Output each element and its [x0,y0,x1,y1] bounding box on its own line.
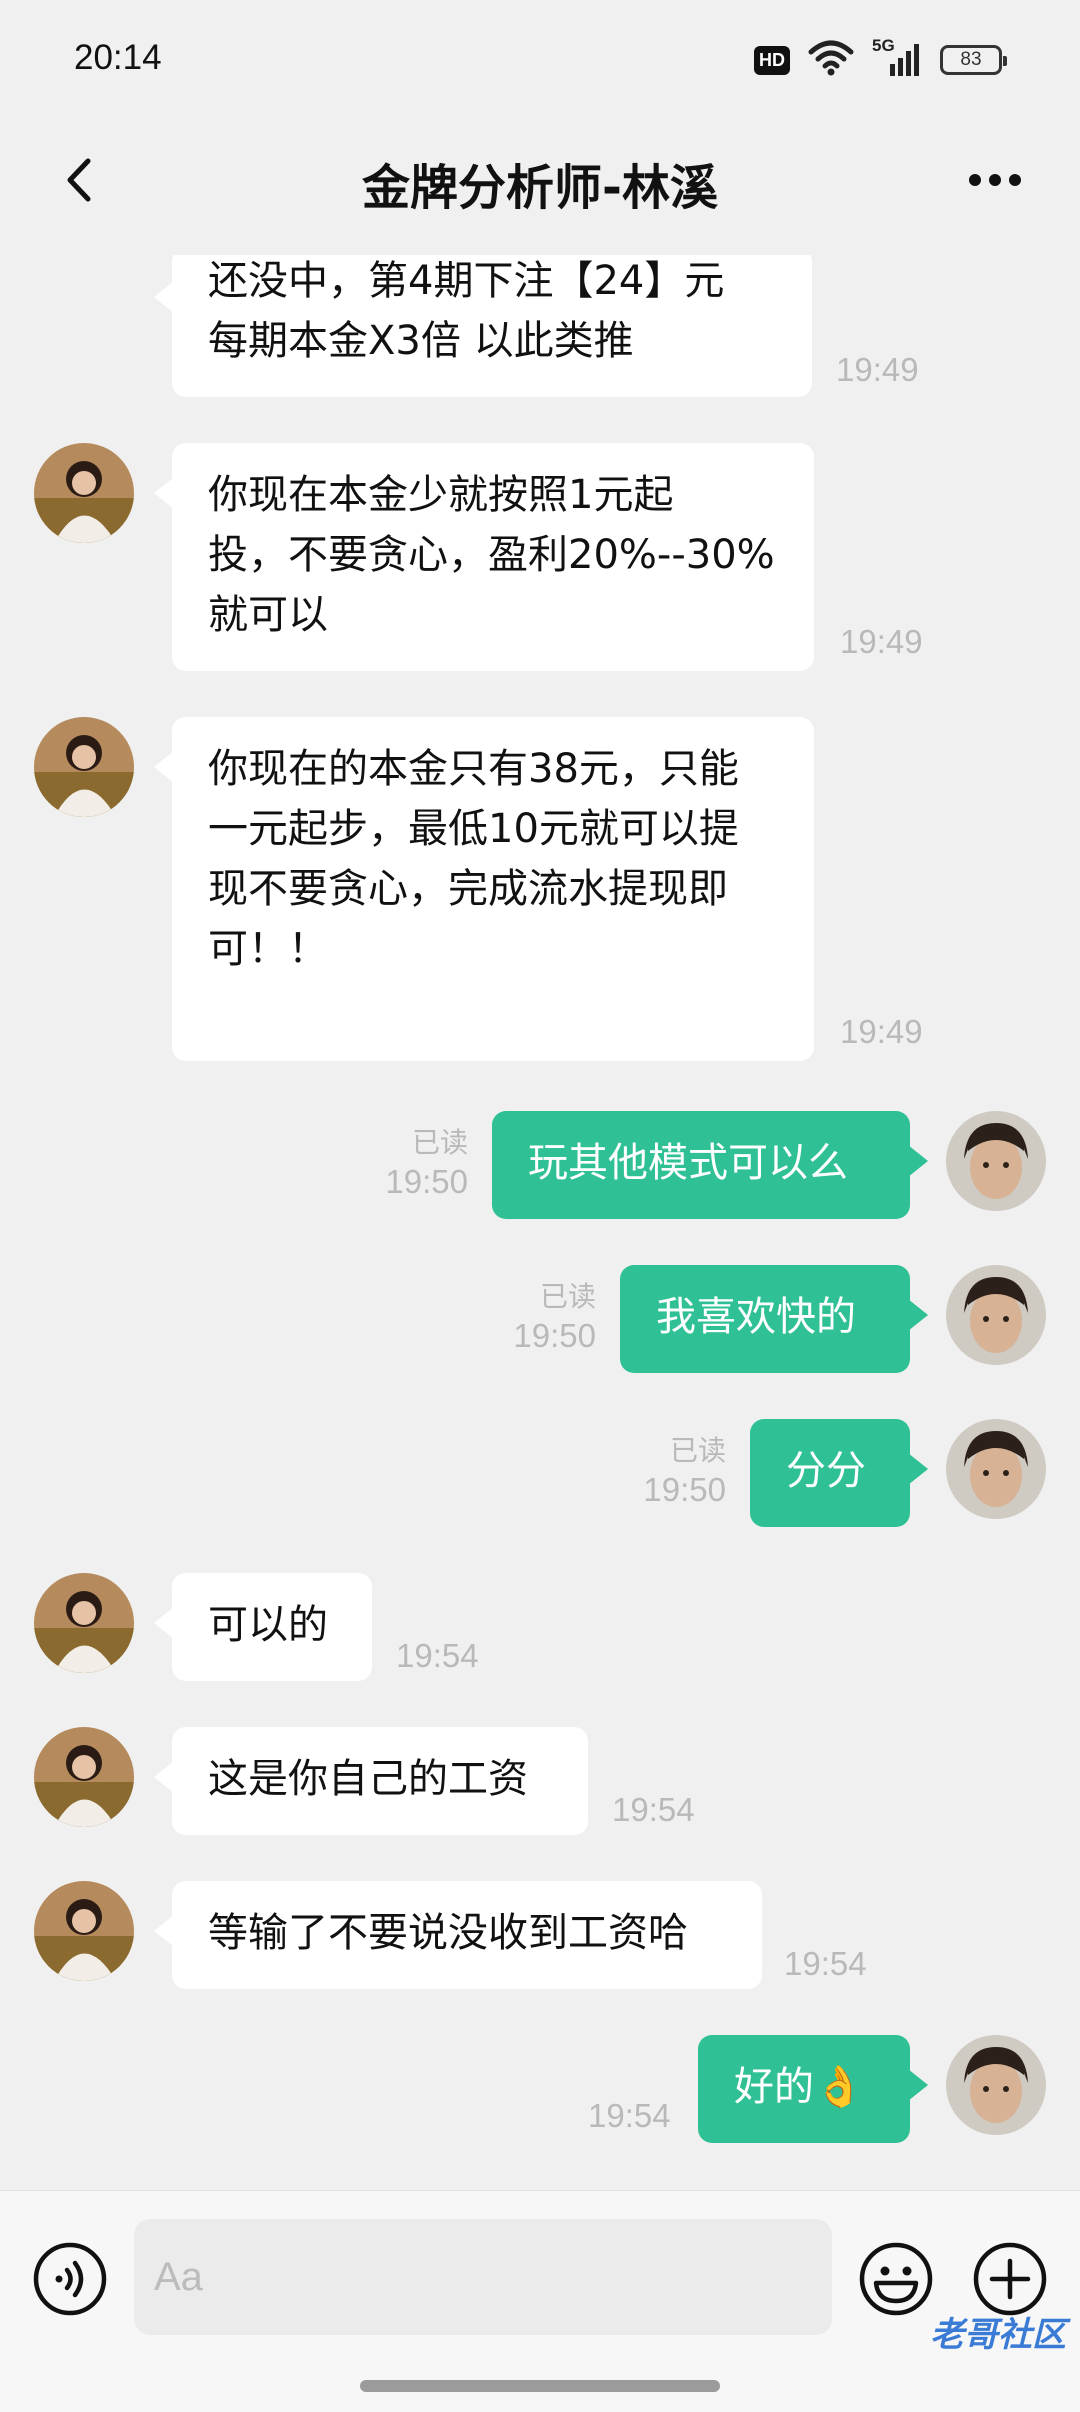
read-status: 已读 [669,1435,726,1466]
user-avatar[interactable] [946,2035,1046,2135]
message-time: 19:54 [588,2097,671,2134]
emoji-button[interactable] [858,2241,934,2317]
message-meta: 已读 19:50 [348,1125,468,1203]
message-time: 19:49 [840,623,923,660]
plus-icon [973,2242,1047,2316]
user-avatar[interactable] [946,1419,1046,1519]
message-line: 可以的 [208,1602,328,1648]
contact-avatar[interactable] [34,717,134,817]
contact-avatar[interactable] [34,1727,134,1827]
more-button[interactable] [960,150,1030,210]
message-line: 还没中，第4期下注【24】元 [208,258,725,304]
message-line: 等输了不要说没收到工资哈 [208,1910,688,1956]
home-indicator[interactable] [360,2380,720,2392]
message-text: 我喜欢快的 [656,1294,856,1340]
message-line: 每期本金X3倍 以此类推 [208,318,634,364]
hd-icon: HD [754,45,790,75]
smiley-icon [859,2242,933,2316]
message-bubble[interactable]: 分分 [750,1419,928,1527]
message-text: 玩其他模式可以么 [528,1140,848,1186]
read-status: 已读 [411,1127,468,1158]
message-bubble[interactable]: 玩其他模式可以么 [492,1111,928,1219]
message-time: 19:54 [612,1791,695,1828]
chat-header: 金牌分析师-林溪 [0,120,1080,255]
message-line: 现不要贪心，完成流水提现即 [208,866,728,912]
message-bubble[interactable]: 等输了不要说没收到工资哈 [154,1881,762,1989]
message-time: 19:54 [784,1945,867,1982]
contact-avatar[interactable] [34,1881,134,1981]
message-bubble[interactable]: 这是你自己的工资 [154,1727,588,1835]
message-line: 可！！ [208,926,328,972]
status-icons: HD 5G 83 [754,36,1007,80]
message-time: 19:49 [840,1013,923,1050]
plus-button[interactable] [972,2241,1048,2317]
message-time: 19:54 [396,1637,479,1674]
message-meta: 已读 19:50 [476,1279,596,1357]
message-time: 19:49 [836,351,919,388]
message-time: 19:50 [643,1471,726,1508]
message-line: 投，不要贪心，盈利20%--30% [208,532,775,578]
message-input[interactable] [134,2219,832,2335]
voice-icon [33,2242,107,2316]
battery-icon: 83 [940,45,1007,75]
message-text: 好的 [734,2064,814,2110]
read-status: 已读 [539,1281,596,1312]
message-meta: 已读 19:50 [606,1433,726,1511]
watermark-logo: 老哥社区 [930,2315,1066,2355]
message-bubble[interactable]: 好的👌 [698,2035,928,2143]
message-line: 一元起步，最低10元就可以提 [208,806,739,852]
status-time: 20:14 [74,38,162,77]
chat-screen: 20:14 HD 5G 83 金牌分析师-林溪 还没中，第4期下注【24】元 每… [0,0,1080,2412]
message-list[interactable]: 还没中，第4期下注【24】元 每期本金X3倍 以此类推 19:49 你现在本金少… [0,255,1080,2190]
message-bubble[interactable]: 可以的 [154,1573,372,1681]
message-bubble[interactable]: 还没中，第4期下注【24】元 每期本金X3倍 以此类推 [154,255,812,397]
wifi-icon [808,40,854,80]
input-bar: 老哥社区 [0,2190,1080,2412]
message-bubble[interactable]: 你现在本金少就按照1元起 投，不要贪心，盈利20%--30% 就可以 [154,443,814,671]
message-text: 分分 [786,1448,866,1494]
more-dots-icon [969,174,1021,186]
message-bubble[interactable]: 你现在的本金只有38元，只能 一元起步，最低10元就可以提 现不要贪心，完成流水… [154,717,814,1061]
message-bubble[interactable]: 我喜欢快的 [620,1265,928,1373]
voice-button[interactable] [32,2241,108,2317]
message-time: 19:50 [513,1317,596,1354]
message-line: 这是你自己的工资 [208,1756,528,1802]
ok-hand-emoji: 👌 [814,2064,864,2110]
signal-icon: 5G [872,36,922,78]
contact-avatar[interactable] [34,443,134,543]
user-avatar[interactable] [946,1265,1046,1365]
status-bar: 20:14 HD 5G 83 [0,0,1080,120]
message-line: 你现在本金少就按照1元起 [208,472,674,518]
user-avatar[interactable] [946,1111,1046,1211]
chat-title: 金牌分析师-林溪 [362,160,718,216]
message-line: 就可以 [208,592,328,638]
contact-avatar[interactable] [34,1573,134,1673]
message-line: 你现在的本金只有38元，只能 [208,746,739,792]
message-time: 19:50 [385,1163,468,1200]
